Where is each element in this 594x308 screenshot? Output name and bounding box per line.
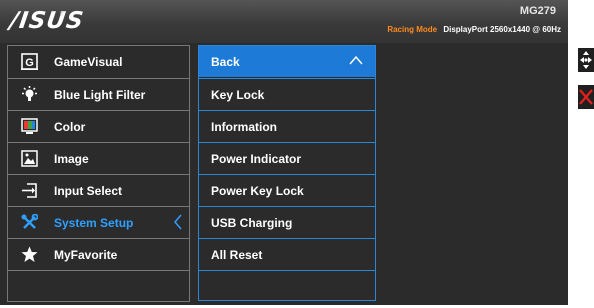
menu-item-label: System Setup [54, 216, 134, 230]
input-select-icon [22, 183, 37, 198]
submenu: Back Key Lock Information Power Indicato… [198, 45, 376, 301]
chevron-left-icon [174, 214, 182, 230]
menu-item-system-setup[interactable]: System Setup [8, 206, 189, 238]
submenu-item-empty [199, 270, 375, 302]
menu-item-label: Color [54, 120, 86, 134]
menu-item-input-select[interactable]: Input Select [8, 174, 189, 206]
submenu-item-label: Information [211, 120, 277, 134]
star-icon [21, 246, 38, 262]
chevron-up-icon [349, 55, 363, 65]
submenu-item-label: Key Lock [211, 88, 265, 102]
submenu-item-label: Back [211, 55, 240, 69]
submenu-item-information[interactable]: Information [199, 110, 375, 142]
color-icon [21, 118, 38, 134]
submenu-item-usb-charging[interactable]: USB Charging [199, 206, 375, 238]
menu-item-empty [8, 270, 189, 302]
menu-item-myfavorite[interactable]: MyFavorite [8, 238, 189, 270]
menu-item-gamevisual[interactable]: G GameVisual [8, 46, 189, 77]
submenu-item-label: Power Key Lock [211, 184, 304, 198]
image-icon [21, 150, 38, 167]
signal-status: Racing Mode DisplayPort 2560x1440 @ 60Hz [387, 25, 561, 34]
model-name: MG279 [519, 5, 556, 17]
wrench-icon [21, 214, 38, 229]
gamevisual-icon: G [21, 53, 38, 70]
svg-text:G: G [25, 57, 34, 69]
submenu-item-label: USB Charging [211, 216, 293, 230]
menu-item-label: GameVisual [54, 55, 123, 69]
menu-item-image[interactable]: Image [8, 142, 189, 174]
brand-logo: /ISUS [8, 8, 86, 34]
menu-item-color[interactable]: Color [8, 110, 189, 142]
submenu-item-label: All Reset [211, 248, 263, 262]
submenu-item-label: Power Indicator [211, 152, 302, 166]
submenu-item-key-lock[interactable]: Key Lock [199, 78, 375, 110]
blue-light-icon [22, 86, 37, 101]
menu-item-label: Image [54, 152, 89, 166]
osd-menu: /ISUS ® MG279 Racing Mode DisplayPort 25… [0, 0, 568, 305]
registered-mark: ® [60, 12, 65, 18]
menu-item-blue-light-filter[interactable]: Blue Light Filter [8, 78, 189, 110]
submenu-item-power-indicator[interactable]: Power Indicator [199, 142, 375, 174]
osd-header: /ISUS ® MG279 Racing Mode DisplayPort 25… [0, 0, 568, 43]
main-menu: G GameVisual Blue Light Filter Color Ima… [7, 45, 190, 302]
mode-label: Racing Mode [387, 25, 438, 34]
submenu-item-all-reset[interactable]: All Reset [199, 238, 375, 270]
close-icon[interactable] [578, 85, 594, 109]
signal-info: DisplayPort 2560x1440 @ 60Hz [443, 25, 561, 34]
menu-item-label: Input Select [54, 184, 123, 198]
navigate-icon[interactable] [578, 48, 594, 72]
submenu-item-power-key-lock[interactable]: Power Key Lock [199, 174, 375, 206]
menu-item-label: MyFavorite [54, 248, 118, 262]
submenu-item-back[interactable]: Back [199, 46, 375, 77]
menu-item-label: Blue Light Filter [54, 88, 146, 102]
